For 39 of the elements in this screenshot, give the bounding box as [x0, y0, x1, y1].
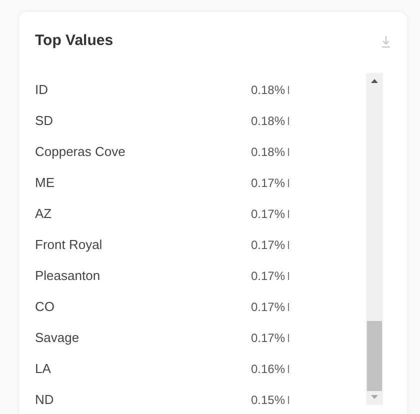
- value-label: Savage: [35, 329, 80, 348]
- value-label: CO: [35, 298, 56, 316]
- scrollbar[interactable]: [366, 72, 383, 404]
- bar-mark: [288, 365, 289, 373]
- value-label: ME: [35, 174, 56, 192]
- scrollbar-thumb[interactable]: [367, 320, 382, 390]
- percentage: 0.15%: [250, 392, 285, 409]
- value-label: AZ: [35, 205, 53, 224]
- bar-mark: [288, 86, 289, 94]
- bar-mark: [288, 148, 289, 156]
- percentage: 0.17%: [250, 268, 285, 285]
- percentage: 0.17%: [250, 299, 285, 316]
- value-label: LA: [35, 360, 52, 378]
- value-label: ID: [35, 81, 49, 100]
- bar-mark: [288, 179, 289, 187]
- percentage: 0.17%: [250, 237, 285, 254]
- bar-mark: [288, 303, 289, 311]
- bar-mark: [288, 272, 289, 280]
- value-label: Front Royal: [35, 236, 104, 254]
- percentage: 0.18%: [250, 113, 285, 130]
- scroll-down-icon[interactable]: [371, 394, 378, 398]
- value-label: SD: [35, 112, 54, 130]
- bar-mark: [288, 334, 289, 342]
- bar-mark: [288, 241, 289, 249]
- scroll-up-icon[interactable]: [371, 78, 378, 82]
- percentage: 0.16%: [250, 361, 285, 378]
- panel-title: Top Values: [35, 31, 114, 51]
- percentage: 0.18%: [250, 82, 285, 99]
- download-icon[interactable]: [381, 34, 391, 48]
- value-label: Copperas Cove: [35, 143, 126, 162]
- bar-mark: [288, 117, 289, 125]
- percentage: 0.17%: [250, 175, 285, 192]
- bar-mark: [288, 396, 289, 404]
- value-label: Pleasanton: [35, 267, 102, 286]
- bar-mark: [288, 210, 289, 218]
- percentage: 0.17%: [250, 206, 285, 223]
- percentage: 0.18%: [250, 144, 285, 161]
- percentage: 0.17%: [250, 330, 285, 347]
- value-label: ND: [35, 391, 55, 410]
